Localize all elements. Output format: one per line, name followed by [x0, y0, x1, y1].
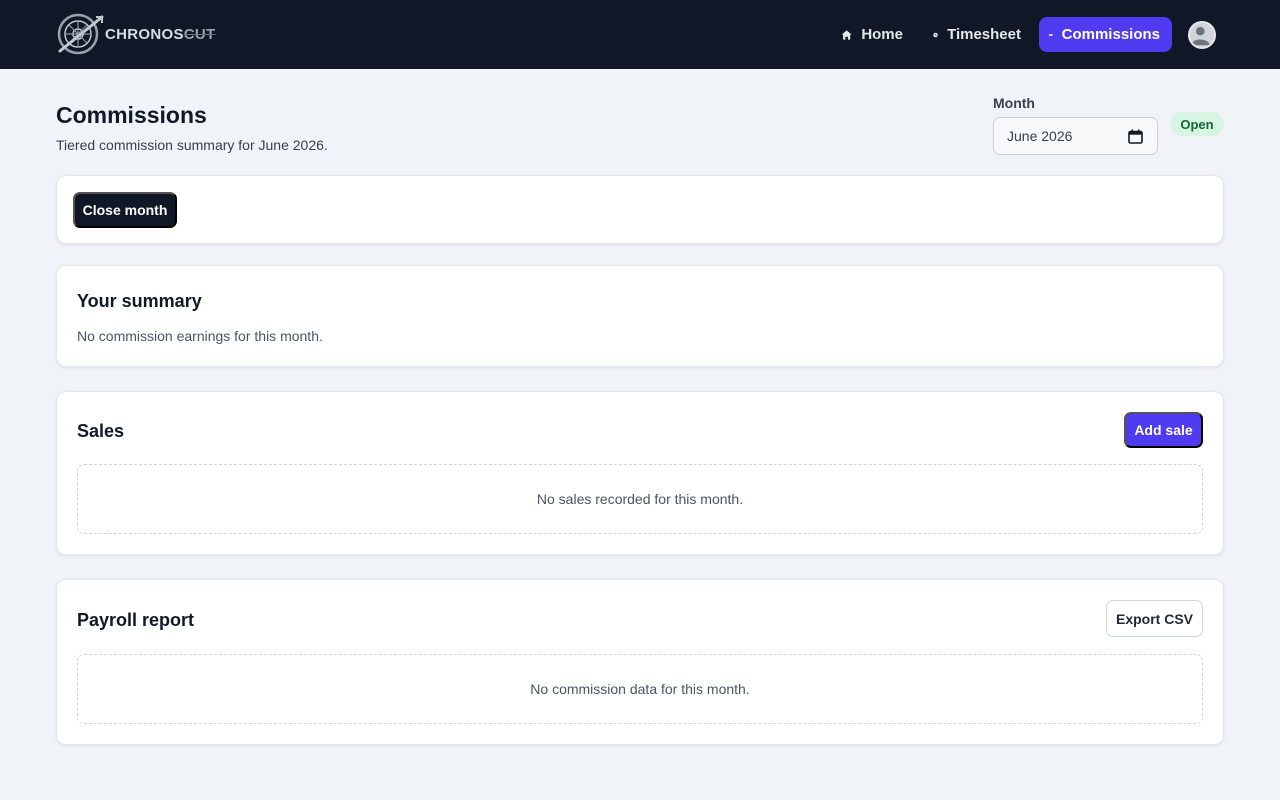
- home-icon: [841, 29, 852, 40]
- brand-name: CHRONOSCUT: [105, 26, 216, 43]
- money-icon: [1049, 33, 1053, 36]
- status-badge: Open: [1170, 112, 1224, 136]
- month-label: Month: [993, 95, 1035, 111]
- month-picker-value: June 2026: [1007, 128, 1073, 144]
- summary-empty-text: No commission earnings for this month.: [77, 328, 323, 344]
- sales-title: Sales: [77, 421, 125, 441]
- month-picker-input[interactable]: June 2026: [993, 117, 1158, 155]
- user-avatar[interactable]: [1188, 21, 1216, 49]
- page-subtitle: Tiered commission summary for June 2026.: [56, 137, 328, 153]
- payroll-card: Payroll report Export CSV No commission …: [56, 579, 1224, 745]
- sales-empty-state: No sales recorded for this month.: [77, 464, 1203, 534]
- nav-timesheet[interactable]: Timesheet: [923, 17, 1033, 52]
- user-avatar-icon: [1190, 26, 1210, 46]
- clock-icon: [933, 32, 938, 37]
- actions-card: Close month: [56, 175, 1224, 244]
- nav-home-label: Home: [861, 26, 903, 43]
- brand-name-main: CHRONOS: [105, 25, 184, 43]
- export-csv-button[interactable]: Export CSV: [1106, 600, 1203, 637]
- calendar-icon[interactable]: [1128, 129, 1143, 144]
- payroll-title: Payroll report: [77, 610, 195, 630]
- top-navbar: CHRONOSCUT Home Timesheet Commissions: [0, 0, 1280, 69]
- nav-commissions-label: Commissions: [1061, 26, 1160, 43]
- logo-emblem-icon: [57, 13, 104, 55]
- nav-timesheet-label: Timesheet: [947, 26, 1021, 43]
- close-month-button[interactable]: Close month: [73, 192, 177, 228]
- summary-card: Your summary No commission earnings for …: [56, 265, 1224, 367]
- brand-name-suffix: CUT: [183, 25, 216, 43]
- summary-title: Your summary: [77, 291, 202, 311]
- nav-home[interactable]: Home: [831, 17, 915, 52]
- nav-commissions[interactable]: Commissions: [1039, 17, 1172, 52]
- brand-logo[interactable]: CHRONOSCUT: [56, 11, 216, 57]
- add-sale-button[interactable]: Add sale: [1124, 412, 1203, 448]
- sales-card: Sales Add sale No sales recorded for thi…: [56, 391, 1224, 555]
- payroll-empty-state: No commission data for this month.: [77, 654, 1203, 724]
- page-title: Commissions: [56, 102, 207, 128]
